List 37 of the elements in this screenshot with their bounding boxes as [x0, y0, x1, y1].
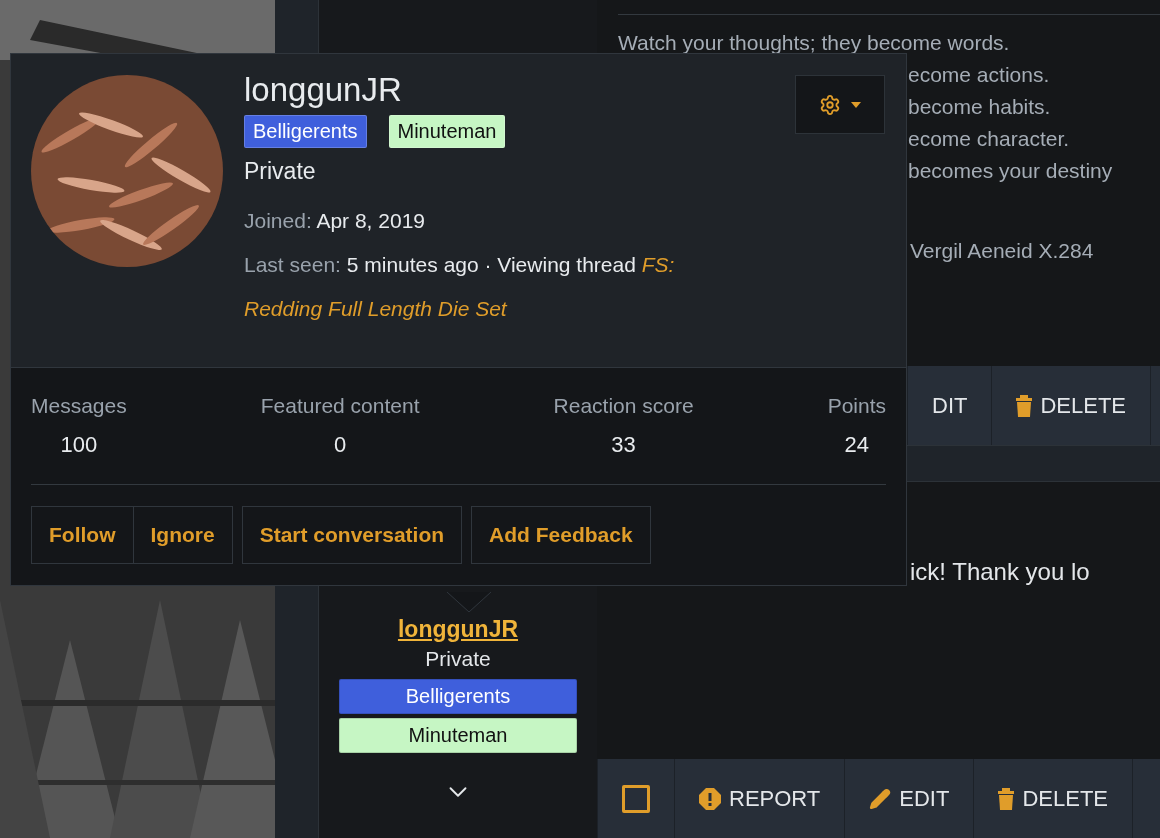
quote-text: Watch your thoughts; they become words. [618, 30, 1010, 56]
stat-label: Points [827, 394, 886, 418]
post-text: ick! Thank you lo [910, 558, 1091, 586]
quote-text: ecome actions. [908, 62, 1050, 88]
caret-icon [851, 101, 861, 108]
edit-button[interactable]: EDIT [844, 759, 974, 838]
trash-icon [998, 787, 1015, 810]
quote-attribution: Vergil Aeneid X.284 [910, 238, 1094, 264]
delete-button[interactable]: DELETE [973, 759, 1132, 838]
action-button[interactable]: Add Feedback [472, 507, 650, 563]
joined-date: Apr 8, 2019 [316, 209, 425, 232]
popup-username: longgunJR [244, 71, 402, 109]
report-icon [699, 787, 721, 810]
settings-icon [819, 93, 841, 116]
stat-value: 24 [844, 432, 870, 458]
thread-link[interactable]: Redding Full Length Die Set [244, 287, 507, 331]
report-button[interactable]: REPORT [674, 759, 845, 838]
user-badge: Minuteman [339, 718, 577, 753]
activity-text: 5 minutes ago · Viewing thread [346, 253, 636, 276]
quote-text: becomes your destiny [908, 158, 1113, 184]
settings-button[interactable] [795, 75, 885, 134]
user-badge: Minuteman [388, 115, 506, 148]
stat-value: 33 [611, 432, 636, 458]
thread-link[interactable]: FS: [641, 253, 675, 276]
popup-pointer [447, 592, 491, 614]
trash-icon [1016, 394, 1033, 417]
stat-label: Featured content [260, 394, 420, 418]
stat-value: 0 [334, 432, 347, 458]
username-link[interactable]: longgunJR [397, 616, 519, 643]
user-title: Private [425, 647, 491, 671]
pencil-icon [869, 787, 892, 810]
user-badge: Belligerents [339, 679, 577, 714]
stat-label: Reaction score [553, 394, 694, 418]
quote-text: become habits. [908, 94, 1051, 120]
quote-text: ecome character. [908, 126, 1070, 152]
user-badge: Belligerents [244, 115, 367, 148]
action-button[interactable]: Start conversation [242, 507, 462, 563]
